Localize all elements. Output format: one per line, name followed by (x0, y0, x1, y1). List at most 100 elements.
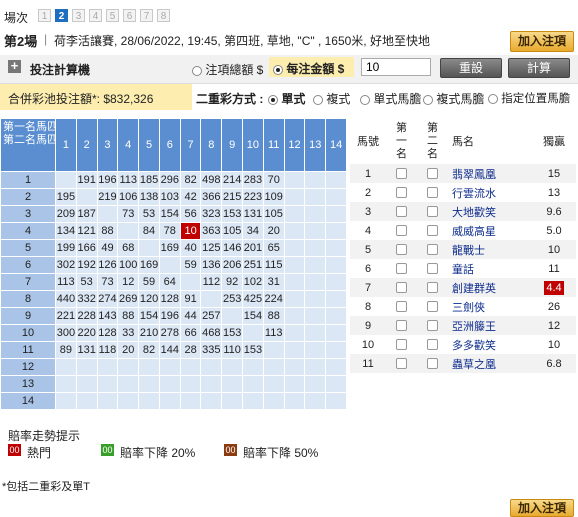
second-place-checkbox[interactable] (427, 168, 438, 180)
first-place-checkbox[interactable] (396, 301, 407, 313)
odds-cell[interactable]: 138 (138, 188, 160, 206)
odds-cell[interactable]: 40 (179, 239, 202, 257)
odds-cell[interactable]: 68 (117, 239, 140, 257)
odds-cell[interactable]: 187 (75, 205, 98, 223)
odds-cell[interactable]: 166 (75, 239, 98, 257)
odds-cell[interactable]: 31 (262, 273, 285, 291)
odds-cell[interactable]: 20 (117, 341, 140, 359)
odds-cell[interactable]: 28 (179, 341, 202, 359)
odds-cell[interactable]: 468 (200, 324, 223, 342)
horse-name-link[interactable]: 龍戰士 (448, 240, 532, 259)
odds-cell[interactable]: 153 (242, 341, 264, 359)
odds-cell[interactable]: 110 (221, 341, 244, 359)
radio-icon[interactable] (360, 94, 370, 105)
mode-multiple[interactable]: 複式 (313, 90, 350, 107)
horse-name-link[interactable]: 創建群英 (448, 278, 532, 297)
race-tab-5[interactable]: 5 (106, 9, 119, 22)
add-bet-button-top[interactable]: 加入注項 (510, 31, 574, 52)
odds-cell[interactable]: 131 (242, 205, 264, 223)
horse-name-link[interactable]: 大地歡笑 (448, 202, 532, 221)
first-place-checkbox[interactable] (396, 187, 407, 199)
odds-cell[interactable]: 65 (262, 239, 285, 257)
odds-cell[interactable]: 228 (75, 307, 98, 325)
odds-cell[interactable]: 274 (96, 290, 119, 308)
horse-name-link[interactable]: 三劍俠 (448, 297, 532, 316)
odds-cell[interactable]: 144 (158, 341, 181, 359)
odds-cell[interactable]: 118 (96, 341, 119, 359)
odds-cell[interactable]: 73 (117, 205, 140, 223)
odds-cell[interactable]: 125 (200, 239, 223, 257)
reset-button[interactable]: 重設 (440, 58, 502, 78)
second-place-checkbox[interactable] (427, 320, 438, 332)
horse-name-link[interactable]: 多多歡笑 (448, 335, 532, 354)
odds-cell[interactable]: 191 (75, 171, 98, 189)
race-tab-6[interactable]: 6 (123, 9, 136, 22)
odds-cell[interactable]: 88 (96, 222, 119, 240)
odds-cell[interactable]: 56 (179, 205, 202, 223)
odds-cell[interactable]: 49 (96, 239, 119, 257)
first-place-checkbox[interactable] (396, 225, 407, 237)
odds-cell[interactable]: 115 (262, 256, 285, 274)
odds-cell[interactable]: 131 (75, 341, 98, 359)
mode-single[interactable]: 單式 (268, 90, 305, 107)
race-tab-3[interactable]: 3 (72, 9, 85, 22)
odds-cell[interactable]: 253 (221, 290, 244, 308)
unit-amount-input[interactable] (361, 58, 431, 76)
odds-cell[interactable]: 269 (117, 290, 140, 308)
second-place-checkbox[interactable] (427, 263, 438, 275)
second-place-checkbox[interactable] (427, 339, 438, 351)
radio-icon[interactable] (268, 94, 278, 105)
odds-cell[interactable]: 146 (221, 239, 244, 257)
odds-cell[interactable]: 498 (200, 171, 223, 189)
odds-cell[interactable]: 44 (179, 307, 202, 325)
odds-cell[interactable]: 296 (158, 171, 181, 189)
odds-cell[interactable]: 78 (158, 222, 181, 240)
radio-unit-icon[interactable] (273, 64, 283, 75)
first-place-checkbox[interactable] (396, 244, 407, 256)
odds-cell[interactable]: 206 (221, 256, 244, 274)
odds-cell[interactable]: 210 (138, 324, 160, 342)
odds-cell[interactable]: 126 (96, 256, 119, 274)
odds-cell[interactable]: 88 (262, 307, 285, 325)
horse-name-link[interactable]: 威威高星 (448, 221, 532, 240)
odds-cell[interactable]: 153 (221, 324, 244, 342)
odds-cell[interactable]: 366 (200, 188, 223, 206)
odds-cell[interactable]: 53 (138, 205, 160, 223)
second-place-checkbox[interactable] (427, 225, 438, 237)
odds-cell[interactable]: 64 (158, 273, 181, 291)
odds-cell[interactable]: 128 (158, 290, 181, 308)
odds-cell[interactable]: 223 (242, 188, 264, 206)
odds-cell[interactable]: 128 (96, 324, 119, 342)
option-unit-amount[interactable]: 每注金額 $ (269, 57, 354, 77)
odds-cell[interactable]: 82 (179, 171, 202, 189)
odds-cell[interactable]: 199 (55, 239, 77, 257)
odds-cell[interactable]: 105 (221, 222, 244, 240)
race-tab-8[interactable]: 8 (157, 9, 170, 22)
odds-cell[interactable]: 169 (158, 239, 181, 257)
odds-cell[interactable]: 113 (55, 273, 77, 291)
odds-cell[interactable]: 121 (75, 222, 98, 240)
odds-cell[interactable]: 103 (158, 188, 181, 206)
odds-cell[interactable]: 220 (75, 324, 98, 342)
odds-cell[interactable]: 84 (138, 222, 160, 240)
odds-cell[interactable]: 53 (75, 273, 98, 291)
odds-cell[interactable]: 195 (55, 188, 77, 206)
odds-cell[interactable]: 209 (55, 205, 77, 223)
odds-cell[interactable]: 88 (117, 307, 140, 325)
odds-cell[interactable]: 154 (242, 307, 264, 325)
odds-cell[interactable]: 136 (200, 256, 223, 274)
second-place-checkbox[interactable] (427, 244, 438, 256)
odds-cell[interactable]: 154 (138, 307, 160, 325)
odds-cell[interactable]: 363 (200, 222, 223, 240)
odds-cell[interactable]: 73 (96, 273, 119, 291)
odds-cell[interactable]: 214 (221, 171, 244, 189)
horse-name-link[interactable]: 亞洲籐王 (448, 316, 532, 335)
odds-cell[interactable]: 335 (200, 341, 223, 359)
odds-cell[interactable]: 302 (55, 256, 77, 274)
race-tab-4[interactable]: 4 (89, 9, 102, 22)
radio-icon[interactable] (423, 94, 433, 105)
odds-cell[interactable]: 113 (117, 171, 140, 189)
odds-cell[interactable]: 143 (96, 307, 119, 325)
odds-cell[interactable]: 70 (262, 171, 285, 189)
horse-name-link[interactable]: 童話 (448, 259, 532, 278)
